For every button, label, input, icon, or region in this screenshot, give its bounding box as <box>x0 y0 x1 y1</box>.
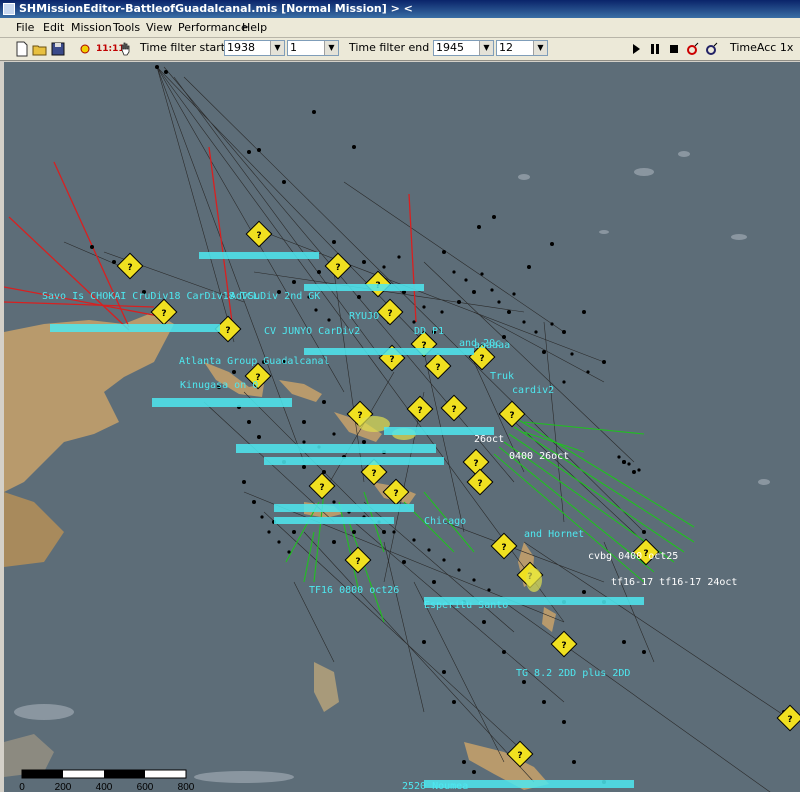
hand-icon[interactable] <box>118 41 134 57</box>
label-kinugasa: Kinugasa on 0 <box>180 380 258 391</box>
svg-text:?: ? <box>319 483 324 493</box>
start-year-value: 1938 <box>227 41 255 54</box>
scale-label: 600 <box>137 782 154 792</box>
chevron-down-icon[interactable]: ▼ <box>479 41 493 55</box>
svg-text:?: ? <box>435 363 440 373</box>
time-acceleration: TimeAcc 1x <box>730 41 794 54</box>
end-year-select[interactable]: 1945 ▼ <box>433 40 494 56</box>
svg-text:?: ? <box>451 405 456 415</box>
end-month-select[interactable]: 12 ▼ <box>496 40 548 56</box>
window-title: SHMissionEditor-BattleofGuadalcanal.mis … <box>19 2 413 15</box>
menu-tools[interactable]: Tools <box>113 21 140 34</box>
start-month-select[interactable]: 1 ▼ <box>287 40 339 56</box>
svg-text:?: ? <box>387 309 392 319</box>
svg-text:?: ? <box>473 459 478 469</box>
svg-text:?: ? <box>371 469 376 479</box>
start-year-select[interactable]: 1938 ▼ <box>224 40 285 56</box>
map-canvas[interactable]: ? ? ? ? ? ? ? ? ? ? ? ? ? ? ? ? ? ? ? ? … <box>4 62 800 792</box>
stop-icon[interactable] <box>666 41 682 57</box>
svg-text:?: ? <box>225 326 230 336</box>
label-tf16-17: tf16-17 tf16-17 24oct <box>611 577 737 588</box>
label-26oct: 26oct <box>474 434 504 445</box>
filter-start-label: Time filter start <box>140 41 226 54</box>
settings-icon[interactable] <box>704 41 720 57</box>
title-bar: SHMissionEditor-BattleofGuadalcanal.mis … <box>0 0 800 18</box>
save-icon[interactable] <box>50 41 66 57</box>
menu-bar: File Edit Mission Tools View Performance… <box>0 18 800 38</box>
label-tf16: TF16 0800 oct26 <box>309 585 399 596</box>
label-0400-26oct: 0400 26oct <box>509 451 569 462</box>
svg-text:?: ? <box>517 751 522 761</box>
play-icon[interactable] <box>628 41 644 57</box>
scale-label: 400 <box>96 782 113 792</box>
filter-end-label: Time filter end <box>349 41 430 54</box>
reef-shallows <box>14 151 770 783</box>
svg-text:?: ? <box>561 641 566 651</box>
marker-icon[interactable] <box>77 41 93 57</box>
svg-text:?: ? <box>787 715 792 725</box>
label-chicago: Chicago <box>424 516 466 527</box>
svg-text:?: ? <box>509 411 514 421</box>
open-icon[interactable] <box>32 41 48 57</box>
menu-performance[interactable]: Performance <box>178 21 248 34</box>
label-cvbg: cvbg 0400 oct25 <box>588 551 678 562</box>
scale-label: 0 <box>19 782 25 792</box>
svg-text:?: ? <box>256 231 261 241</box>
end-year-value: 1945 <box>436 41 464 54</box>
menu-help[interactable]: Help <box>242 21 267 34</box>
svg-text:?: ? <box>355 557 360 567</box>
label-ryujo: RYUJO <box>349 311 379 322</box>
scale-label: 800 <box>178 782 195 792</box>
menu-mission[interactable]: Mission <box>71 21 112 34</box>
end-month-value: 12 <box>499 41 513 54</box>
label-hornet: and Hornet <box>524 529 584 540</box>
pause-icon[interactable] <box>647 41 663 57</box>
svg-text:?: ? <box>393 489 398 499</box>
enemy-headings <box>4 146 417 331</box>
label-atlanta: Atlanta Group Guadalcanal <box>179 356 330 367</box>
svg-text:?: ? <box>479 354 484 364</box>
app-icon <box>3 3 15 15</box>
chevron-down-icon[interactable]: ▼ <box>270 41 284 55</box>
chevron-down-icon[interactable]: ▼ <box>533 41 547 55</box>
svg-text:?: ? <box>501 543 506 553</box>
menu-edit[interactable]: Edit <box>43 21 64 34</box>
label-tg82: TG 8.2 2DD plus 2DD <box>516 668 630 679</box>
scale-label: 200 <box>55 782 72 792</box>
menu-file[interactable]: File <box>16 21 34 34</box>
svg-text:?: ? <box>127 263 132 273</box>
toolbar: 11:11 Time filter start 1938 ▼ 1 ▼ Time … <box>0 38 800 61</box>
label-truk: Truk <box>490 371 514 382</box>
label-aaaaaa: aaaaaa <box>474 340 510 351</box>
waypoints-cluster <box>260 255 641 592</box>
svg-text:?: ? <box>417 406 422 416</box>
mission-map[interactable]: ? ? ? ? ? ? ? ? ? ? ? ? ? ? ? ? ? ? ? ? … <box>4 62 800 792</box>
svg-text:?: ? <box>477 479 482 489</box>
menu-view[interactable]: View <box>146 21 172 34</box>
map-scale-bar: 0 200 400 600 800 <box>19 769 195 792</box>
new-icon[interactable] <box>14 41 30 57</box>
start-month-value: 1 <box>290 41 297 54</box>
svg-text:?: ? <box>161 309 166 319</box>
time-code[interactable]: 11:11 <box>96 41 125 57</box>
svg-text:?: ? <box>389 355 394 365</box>
label-ddp1: DD P1 <box>414 326 444 337</box>
label-cardiv2: cardiv2 <box>512 385 554 396</box>
label-advsudiv: AdvSuDiv 2nd GK <box>230 291 320 302</box>
label-junyo: CV JUNYO CarDiv2 <box>264 326 360 337</box>
waypoint-icon[interactable] <box>685 41 701 57</box>
label-savo: Savo Is CHOKAI CruDiv18 CarDiv18 TCL <box>42 291 259 302</box>
chevron-down-icon[interactable]: ▼ <box>324 41 338 55</box>
svg-text:?: ? <box>335 263 340 273</box>
